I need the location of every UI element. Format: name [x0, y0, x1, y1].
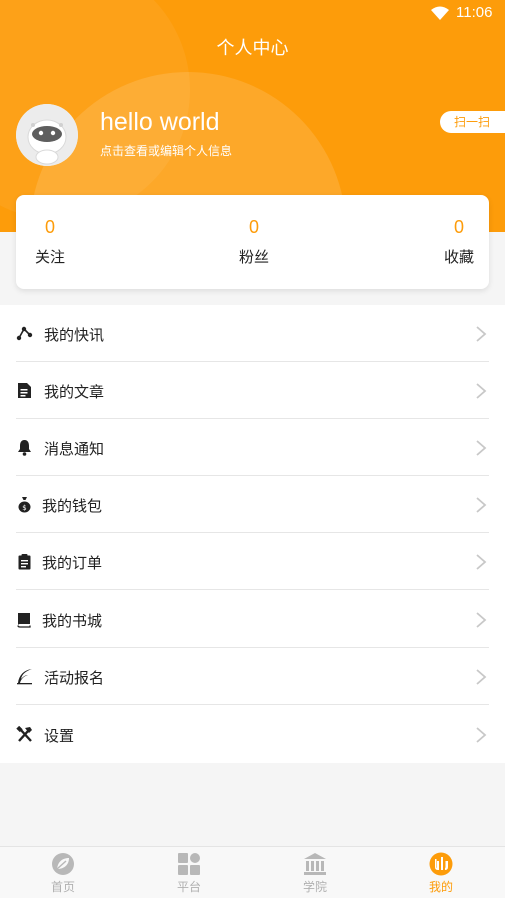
- page-title: 个人中心: [216, 38, 289, 59]
- tab-mine[interactable]: 我的: [406, 847, 476, 898]
- menu-item-news[interactable]: 我的快讯: [0, 305, 505, 362]
- home-leaf-icon: [52, 853, 74, 875]
- chevron-right-icon: [476, 383, 487, 399]
- menu-item-bookstore[interactable]: 我的书城: [0, 591, 505, 648]
- tab-home[interactable]: 首页: [28, 847, 98, 898]
- menu-item-notifications[interactable]: 消息通知: [0, 419, 505, 476]
- divider: [16, 589, 489, 590]
- tools-icon: [16, 726, 32, 742]
- tab-academy[interactable]: 学院: [280, 847, 350, 898]
- stat-label: 关注: [34, 248, 65, 266]
- clipboard-icon: [18, 554, 31, 570]
- tab-label: 首页: [50, 880, 75, 894]
- divider: [16, 704, 489, 705]
- quill-icon: [17, 669, 32, 685]
- tab-label: 学院: [302, 880, 327, 894]
- grid-icon: [178, 853, 200, 875]
- menu-item-label: 我的文章: [44, 383, 105, 401]
- wifi-icon: [431, 6, 449, 20]
- stat-value: 0: [248, 217, 259, 237]
- menu-item-label: 消息通知: [44, 440, 105, 458]
- menu-item-label: 我的书城: [42, 612, 103, 630]
- profile-hint[interactable]: 点击查看或编辑个人信息: [100, 142, 232, 159]
- menu-item-label: 我的快讯: [44, 326, 105, 344]
- document-icon: [18, 383, 31, 398]
- menu-list: 我的快讯 我的文章 消息通知 $ 我的钱包 我的订单 我的书城 活动报名 设置: [0, 305, 505, 763]
- stat-fans[interactable]: 0 粉丝: [218, 195, 290, 289]
- menu-item-events[interactable]: 活动报名: [0, 648, 505, 705]
- menu-item-label: 设置: [44, 727, 75, 745]
- stat-value: 0: [44, 217, 55, 237]
- chevron-right-icon: [476, 554, 487, 570]
- menu-item-settings[interactable]: 设置: [0, 706, 505, 763]
- stat-label: 粉丝: [238, 248, 269, 266]
- avatar[interactable]: [16, 104, 78, 166]
- stats-card: 0 关注 0 粉丝 0 收藏: [16, 195, 489, 289]
- tab-label: 平台: [176, 880, 201, 894]
- institution-icon: [304, 853, 326, 875]
- tab-label: 我的: [428, 880, 453, 894]
- share-nodes-icon: [16, 326, 33, 341]
- money-bag-icon: $: [18, 497, 31, 513]
- chevron-right-icon: [476, 727, 487, 743]
- profile-icon: [429, 852, 453, 876]
- tab-platform[interactable]: 平台: [154, 847, 224, 898]
- status-bar: 11:06: [0, 0, 505, 28]
- chevron-right-icon: [476, 669, 487, 685]
- menu-item-articles[interactable]: 我的文章: [0, 362, 505, 419]
- chevron-right-icon: [476, 497, 487, 513]
- menu-item-orders[interactable]: 我的订单: [0, 533, 505, 590]
- username[interactable]: hello world: [100, 108, 220, 137]
- status-time: 11:06: [456, 4, 493, 21]
- stat-favorites[interactable]: 0 收藏: [424, 195, 494, 289]
- astronaut-avatar-icon: [16, 104, 78, 166]
- scan-button[interactable]: 扫一扫: [440, 111, 505, 133]
- menu-item-wallet[interactable]: $ 我的钱包: [0, 476, 505, 533]
- bottom-tab-bar: 首页 平台 学院 我的: [0, 846, 505, 898]
- book-icon: [17, 613, 31, 628]
- chevron-right-icon: [476, 440, 487, 456]
- menu-item-label: 我的钱包: [42, 497, 103, 515]
- menu-item-label: 我的订单: [42, 554, 103, 572]
- stat-label: 收藏: [443, 248, 474, 266]
- stat-following[interactable]: 0 关注: [16, 195, 84, 289]
- chevron-right-icon: [476, 326, 487, 342]
- menu-item-label: 活动报名: [44, 669, 105, 687]
- svg-text:$: $: [22, 504, 26, 512]
- chevron-right-icon: [476, 612, 487, 628]
- bell-icon: [18, 440, 31, 456]
- stat-value: 0: [453, 217, 464, 237]
